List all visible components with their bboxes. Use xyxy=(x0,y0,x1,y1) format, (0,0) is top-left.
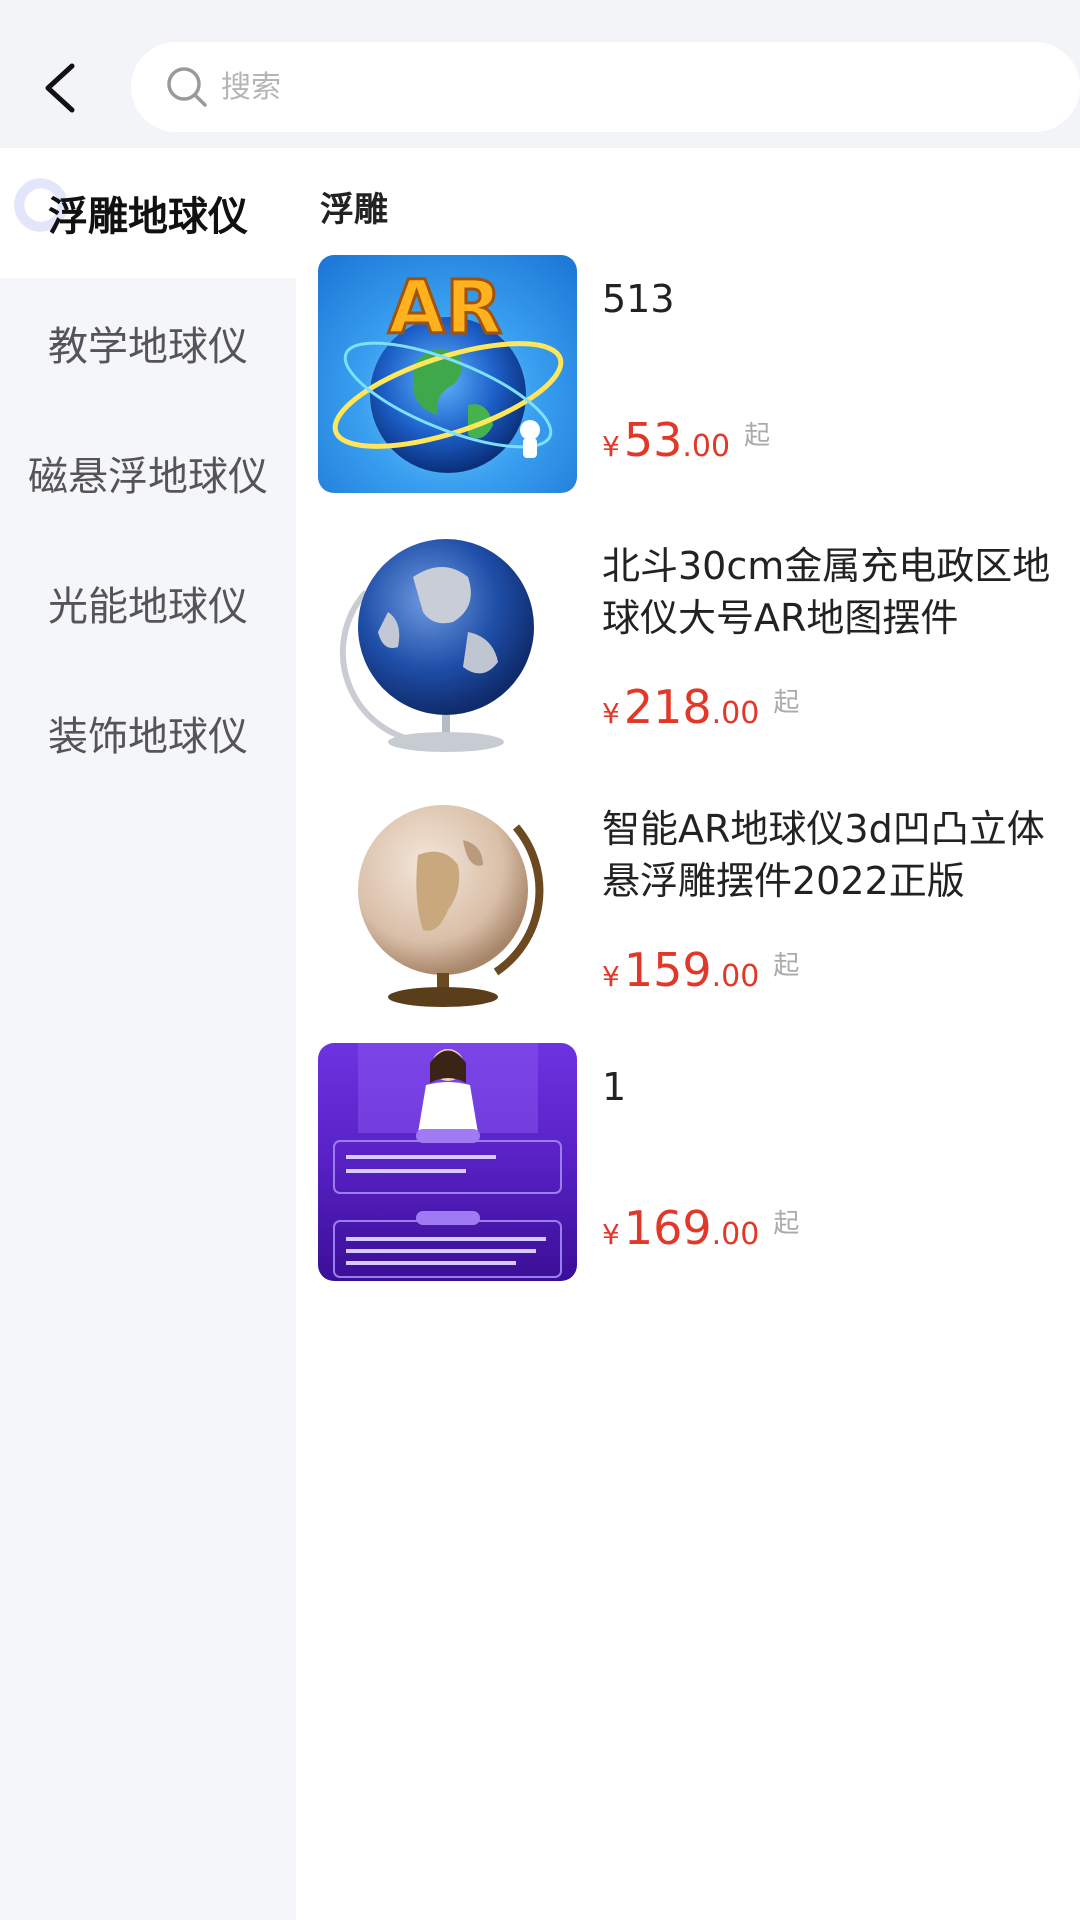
svg-text:AR: AR xyxy=(388,265,502,351)
back-button[interactable] xyxy=(30,50,90,126)
price-suffix: 起 xyxy=(773,688,800,718)
price-suffix: 起 xyxy=(773,1209,800,1239)
product-card[interactable]: 1 ¥ 169 .00 起 xyxy=(318,1043,1058,1281)
search-icon xyxy=(167,67,207,107)
price-decimal: .00 xyxy=(682,429,731,464)
product-card[interactable]: 智能AR地球仪3d凹凸立体悬浮雕摆件2022正版 ¥ 159 .00 起 xyxy=(318,785,1058,1023)
section-title: 浮雕 xyxy=(320,190,388,230)
sidebar-item-label: 浮雕地球仪 xyxy=(48,194,248,240)
product-image xyxy=(318,522,577,760)
product-card[interactable]: AR 513 ¥ 53 .00 起 xyxy=(318,255,1058,493)
price-decimal: .00 xyxy=(711,696,760,731)
currency-symbol: ¥ xyxy=(602,430,620,463)
category-sidebar: 浮雕地球仪 教学地球仪 磁悬浮地球仪 光能地球仪 装饰地球仪 xyxy=(0,148,296,1920)
sidebar-item-decor-globe[interactable]: 装饰地球仪 xyxy=(0,668,296,798)
product-image: AR xyxy=(318,255,577,493)
product-price: ¥ 169 .00 起 xyxy=(602,1201,799,1255)
search-input[interactable] xyxy=(221,69,981,105)
price-integer: 218 xyxy=(623,680,712,734)
sidebar-item-teaching-globe[interactable]: 教学地球仪 xyxy=(0,278,296,408)
product-price: ¥ 218 .00 起 xyxy=(602,680,799,734)
product-card[interactable]: 北斗30cm金属充电政区地球仪大号AR地图摆件 ¥ 218 .00 起 xyxy=(318,522,1058,760)
product-price: ¥ 159 .00 起 xyxy=(602,943,799,997)
back-arrow-icon xyxy=(45,63,75,113)
price-integer: 169 xyxy=(623,1201,712,1255)
product-name: 513 xyxy=(602,277,675,321)
top-bar xyxy=(0,0,1080,148)
sidebar-item-label: 教学地球仪 xyxy=(48,324,248,370)
product-name: 1 xyxy=(602,1065,627,1109)
sidebar-item-label: 光能地球仪 xyxy=(48,584,248,630)
price-integer: 53 xyxy=(623,413,683,467)
sidebar-item-label: 装饰地球仪 xyxy=(48,714,248,760)
currency-symbol: ¥ xyxy=(602,960,620,993)
currency-symbol: ¥ xyxy=(602,697,620,730)
product-name: 智能AR地球仪3d凹凸立体悬浮雕摆件2022正版 xyxy=(602,807,1045,903)
price-suffix: 起 xyxy=(773,951,800,981)
price-integer: 159 xyxy=(623,943,712,997)
search-bar[interactable] xyxy=(131,42,1080,132)
price-decimal: .00 xyxy=(711,1217,760,1252)
sidebar-item-relief-globe[interactable]: 浮雕地球仪 xyxy=(0,148,296,278)
product-image xyxy=(318,785,577,1023)
product-list-panel: 浮雕 AR 513 ¥ 53 .00 起 北斗30cm金属充电政区地球仪大号AR… xyxy=(296,148,1080,1920)
product-price: ¥ 53 .00 起 xyxy=(602,413,770,467)
product-image xyxy=(318,1043,577,1281)
sidebar-item-solar-globe[interactable]: 光能地球仪 xyxy=(0,538,296,668)
sidebar-item-maglev-globe[interactable]: 磁悬浮地球仪 xyxy=(0,408,296,538)
currency-symbol: ¥ xyxy=(602,1218,620,1251)
product-name: 北斗30cm金属充电政区地球仪大号AR地图摆件 xyxy=(602,544,1051,640)
price-suffix: 起 xyxy=(744,421,771,451)
price-decimal: .00 xyxy=(711,959,760,994)
sidebar-item-label: 磁悬浮地球仪 xyxy=(28,454,268,500)
